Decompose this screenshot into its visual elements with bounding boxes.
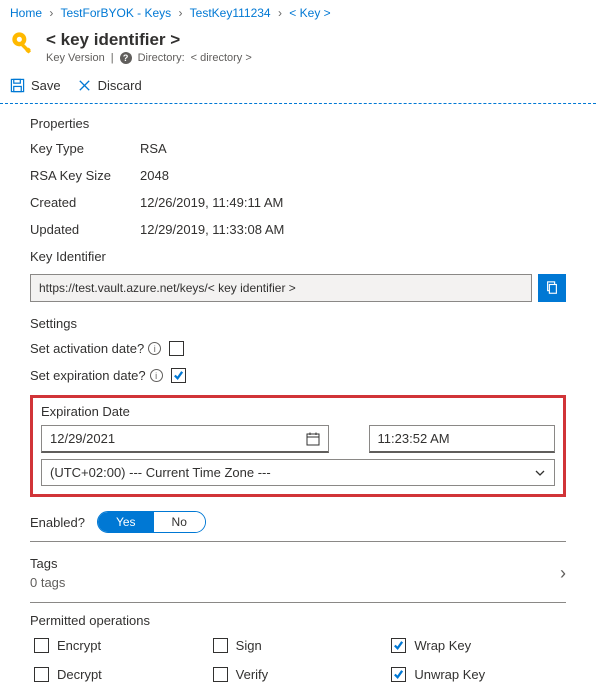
expiration-time-value: 11:23:52 AM	[378, 431, 450, 446]
calendar-icon	[306, 432, 320, 446]
enabled-no[interactable]: No	[154, 512, 205, 532]
decrypt-label: Decrypt	[57, 667, 102, 682]
save-label: Save	[31, 78, 61, 93]
info-icon: ?	[120, 52, 132, 64]
unwrap-checkbox[interactable]	[391, 667, 406, 682]
encrypt-checkbox[interactable]	[34, 638, 49, 653]
separator	[30, 602, 566, 603]
close-icon	[77, 78, 92, 93]
activation-checkbox[interactable]	[169, 341, 184, 356]
activation-label: Set activation date?	[30, 341, 144, 356]
sign-checkbox[interactable]	[213, 638, 228, 653]
separator	[30, 541, 566, 542]
chevron-right-icon: ›	[560, 563, 566, 584]
page-title: < key identifier >	[46, 30, 252, 50]
expiration-date-value: 12/29/2021	[50, 431, 115, 446]
updated-label: Updated	[30, 222, 140, 237]
expiration-checkbox[interactable]	[171, 368, 186, 383]
save-button[interactable]: Save	[10, 78, 61, 93]
page-header: < key identifier > Key Version | ? Direc…	[0, 26, 596, 72]
rsa-size-value: 2048	[140, 168, 169, 183]
discard-label: Discard	[98, 78, 142, 93]
tags-row[interactable]: Tags 0 tags ›	[30, 552, 566, 596]
directory-value: < directory >	[191, 52, 252, 64]
page-subtitle: Key Version	[46, 52, 105, 64]
verify-label: Verify	[236, 667, 269, 682]
discard-button[interactable]: Discard	[77, 78, 142, 93]
tags-count: 0 tags	[30, 575, 65, 590]
breadcrumb-version[interactable]: < Key >	[289, 6, 330, 20]
tags-label: Tags	[30, 556, 65, 571]
help-icon[interactable]: i	[150, 369, 163, 382]
updated-value: 12/29/2019, 11:33:08 AM	[140, 222, 284, 237]
key-type-label: Key Type	[30, 141, 140, 156]
breadcrumb-home[interactable]: Home	[10, 6, 42, 20]
decrypt-checkbox[interactable]	[34, 667, 49, 682]
breadcrumb: Home › TestForBYOK - Keys › TestKey11123…	[0, 0, 596, 26]
key-identifier-label: Key Identifier	[30, 249, 566, 264]
created-label: Created	[30, 195, 140, 210]
toolbar: Save Discard	[0, 72, 596, 99]
chevron-right-icon: ›	[49, 6, 53, 20]
wrap-checkbox[interactable]	[391, 638, 406, 653]
expiration-time-input[interactable]: 11:23:52 AM	[369, 425, 555, 453]
directory-label: Directory:	[138, 52, 185, 64]
rsa-size-label: RSA Key Size	[30, 168, 140, 183]
breadcrumb-key[interactable]: TestKey111234	[190, 6, 271, 20]
chevron-right-icon: ›	[179, 6, 183, 20]
wrap-label: Wrap Key	[414, 638, 471, 653]
enabled-label: Enabled?	[30, 515, 85, 530]
save-icon	[10, 78, 25, 93]
settings-heading: Settings	[30, 316, 566, 331]
sign-label: Sign	[236, 638, 262, 653]
encrypt-label: Encrypt	[57, 638, 101, 653]
separator	[0, 103, 596, 104]
expiration-date-input[interactable]: 12/29/2021	[41, 425, 329, 453]
copy-button[interactable]	[538, 274, 566, 302]
expiration-date-panel: Expiration Date 12/29/2021 11:23:52 AM (…	[30, 395, 566, 497]
enabled-toggle[interactable]: Yes No	[97, 511, 206, 533]
operations-heading: Permitted operations	[30, 613, 566, 628]
expiration-label: Set expiration date?	[30, 368, 146, 383]
enabled-yes[interactable]: Yes	[98, 512, 154, 532]
key-icon	[10, 30, 38, 58]
created-value: 12/26/2019, 11:49:11 AM	[140, 195, 283, 210]
breadcrumb-vault[interactable]: TestForBYOK - Keys	[60, 6, 171, 20]
chevron-down-icon	[534, 467, 546, 479]
key-identifier-input[interactable]	[30, 274, 532, 302]
key-type-value: RSA	[140, 141, 167, 156]
help-icon[interactable]: i	[148, 342, 161, 355]
properties-heading: Properties	[30, 116, 566, 131]
copy-icon	[545, 281, 559, 295]
unwrap-label: Unwrap Key	[414, 667, 485, 682]
chevron-right-icon: ›	[278, 6, 282, 20]
verify-checkbox[interactable]	[213, 667, 228, 682]
timezone-select[interactable]: (UTC+02:00) --- Current Time Zone ---	[41, 459, 555, 486]
expiration-date-label: Expiration Date	[41, 404, 555, 419]
timezone-value: (UTC+02:00) --- Current Time Zone ---	[50, 465, 271, 480]
